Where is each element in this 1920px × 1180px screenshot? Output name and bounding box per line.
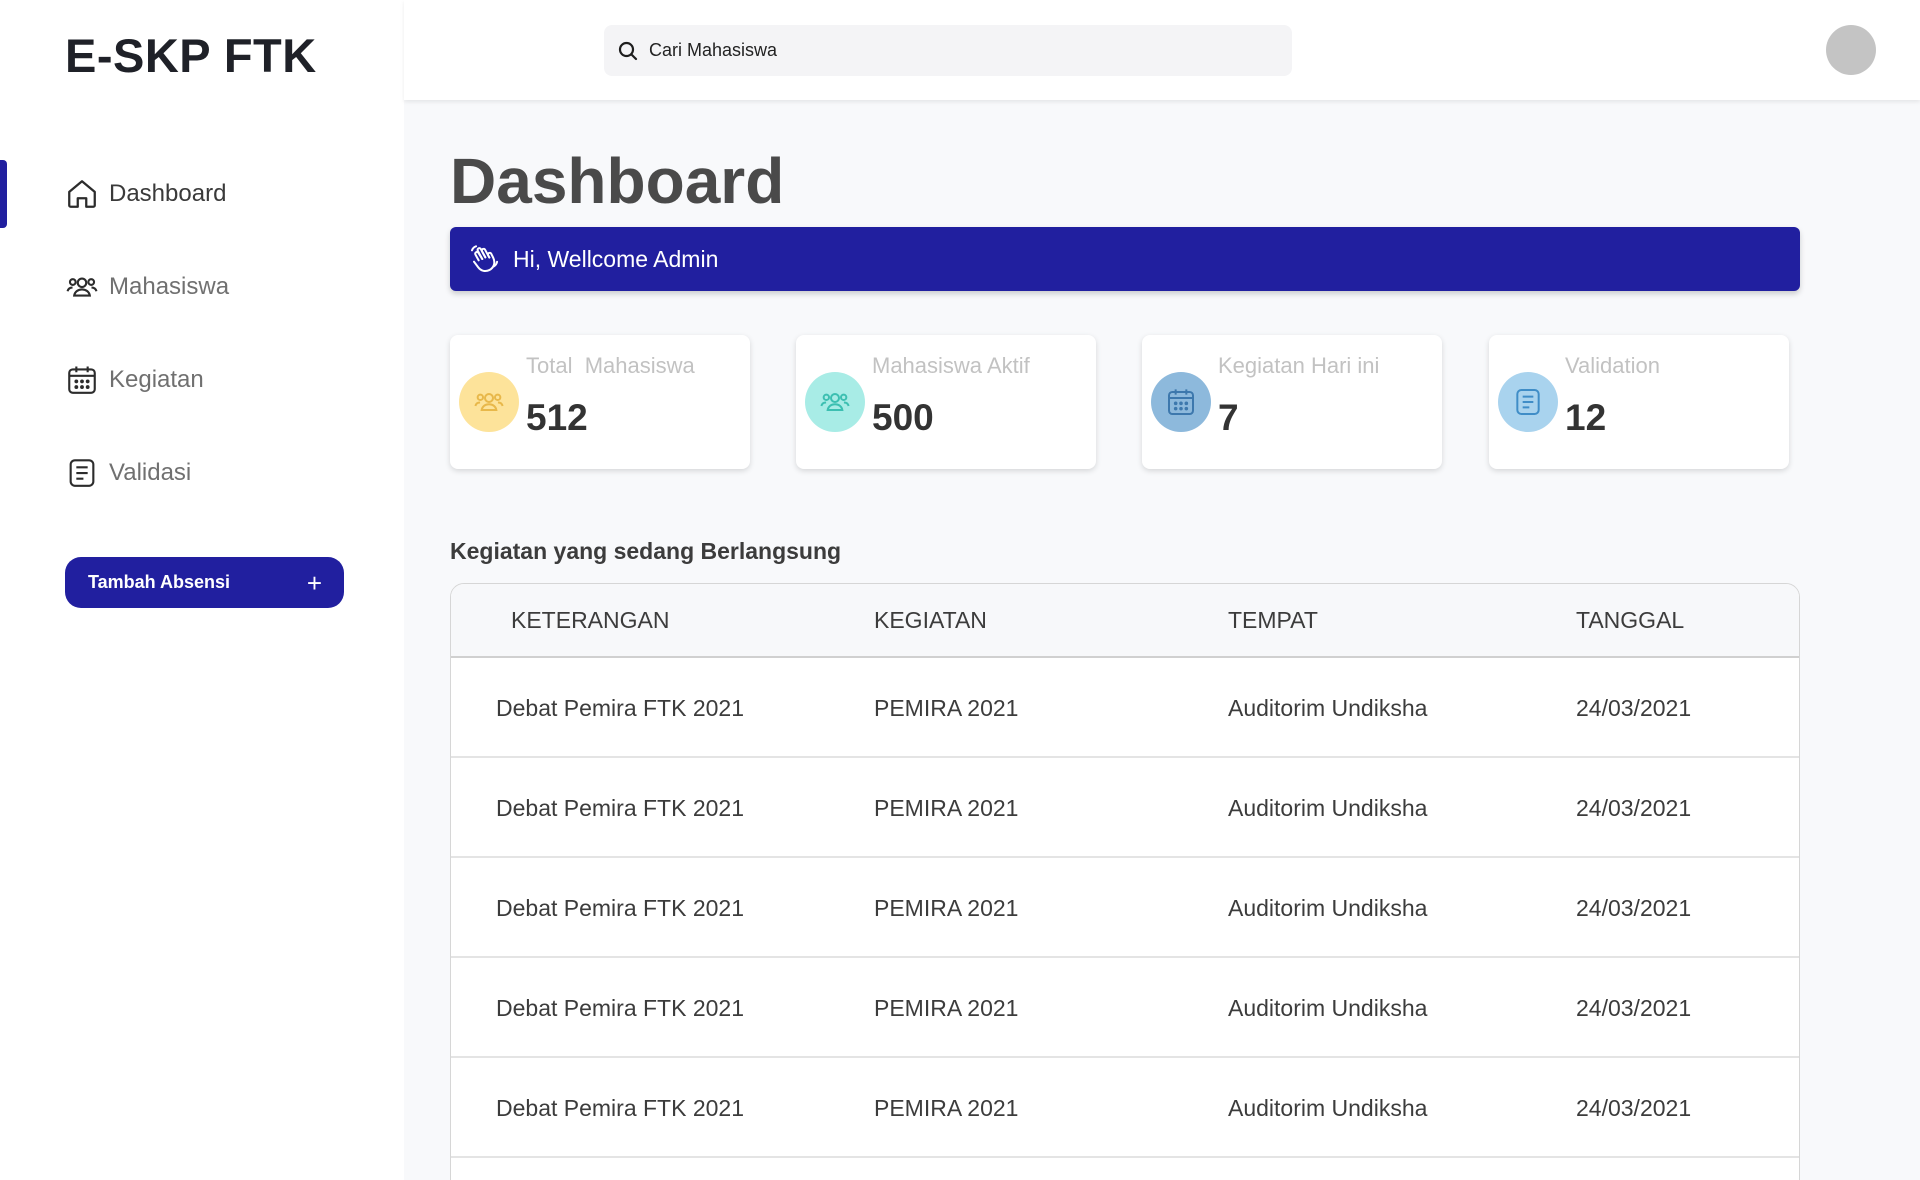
active-indicator xyxy=(0,160,7,228)
table-header: KETERANGAN KEGIATAN TEMPAT TANGGAL xyxy=(451,584,1799,658)
table-row[interactable]: Debat Pemira FTK 2021 PEMIRA 2021 Audito… xyxy=(451,658,1799,758)
section-title: Kegiatan yang sedang Berlangsung xyxy=(450,538,842,564)
cell-tempat: Auditorim Undiksha xyxy=(1228,795,1428,821)
table-row[interactable]: Debat Pemira FTK 2021 PEMIRA 2021 Audito… xyxy=(451,858,1799,958)
cell-tempat: Auditorim Undiksha xyxy=(1228,1095,1428,1121)
cell-keterangan: Debat Pemira FTK 2021 xyxy=(496,795,745,821)
main-content: Dashboard Hi, Wellcome Admin Total Mahas… xyxy=(404,100,1920,1180)
cell-kegiatan: PEMIRA 2021 xyxy=(874,795,1019,821)
stat-card-mahasiswa-aktif: Mahasiswa Aktif 500 xyxy=(796,335,1096,469)
stat-card-kegiatan-hari-ini: Kegiatan Hari ini 7 xyxy=(1142,335,1442,469)
sidebar-item-label: Validasi xyxy=(109,459,192,486)
app: E-SKP FTK Dashboard Mahasiswa Kegiatan V… xyxy=(0,0,1920,1180)
sidebar-item-kegiatan[interactable]: Kegiatan xyxy=(0,346,404,414)
stat-label: Kegiatan Hari ini xyxy=(1218,353,1380,378)
brand-logo: E-SKP FTK xyxy=(65,29,317,82)
sidebar-item-mahasiswa[interactable]: Mahasiswa xyxy=(0,253,404,321)
column-header-tanggal[interactable]: TANGGAL xyxy=(1576,607,1684,634)
cell-kegiatan: PEMIRA 2021 xyxy=(874,1095,1019,1121)
sidebar-nav: Dashboard Mahasiswa Kegiatan Validasi xyxy=(0,160,404,532)
calendar-icon xyxy=(1151,372,1211,432)
welcome-banner: Hi, Wellcome Admin xyxy=(450,227,1800,291)
column-header-keterangan[interactable]: KETERANGAN xyxy=(511,607,669,634)
cell-kegiatan: PEMIRA 2021 xyxy=(874,695,1019,721)
add-attendance-label: Tambah Absensi xyxy=(88,572,231,592)
document-icon xyxy=(65,456,99,490)
cell-keterangan: Debat Pemira FTK 2021 xyxy=(496,995,745,1021)
sidebar-item-label: Kegiatan xyxy=(109,366,204,393)
cell-keterangan: Debat Pemira FTK 2021 xyxy=(496,695,745,721)
cell-keterangan: Debat Pemira FTK 2021 xyxy=(496,1095,745,1121)
search-bar[interactable] xyxy=(604,25,1292,76)
cell-tanggal: 24/03/2021 xyxy=(1576,695,1692,721)
table-row[interactable]: Debat Pemira FTK 2021 PEMIRA 2021 Audito… xyxy=(451,758,1799,858)
waving-hand-icon xyxy=(468,243,500,275)
sidebar-item-dashboard[interactable]: Dashboard xyxy=(0,160,404,228)
cell-kegiatan: PEMIRA 2021 xyxy=(874,995,1019,1021)
stat-label: Validation xyxy=(1565,353,1660,378)
home-icon xyxy=(65,177,99,211)
cell-tempat: Auditorim Undiksha xyxy=(1228,895,1428,921)
top-bar xyxy=(404,0,1920,100)
sidebar-item-label: Mahasiswa xyxy=(109,273,230,300)
column-header-kegiatan[interactable]: KEGIATAN xyxy=(874,607,987,634)
stat-value: 12 xyxy=(1565,397,1607,438)
search-input[interactable] xyxy=(649,40,1249,61)
stats-row: Total Mahasiswa 512 Mahasiswa Aktif 500 … xyxy=(450,335,1810,469)
stat-label: Total Mahasiswa xyxy=(526,353,695,378)
cell-tanggal: 24/03/2021 xyxy=(1576,895,1692,921)
cell-tanggal: 24/03/2021 xyxy=(1576,795,1692,821)
cell-tempat: Auditorim Undiksha xyxy=(1228,695,1428,721)
stat-value: 7 xyxy=(1218,397,1239,438)
stat-value: 512 xyxy=(526,397,588,438)
table-row[interactable]: Debat Pemira FTK 2021 PEMIRA 2021 Audito… xyxy=(451,958,1799,1058)
sidebar-item-label: Dashboard xyxy=(109,180,227,207)
cell-tanggal: 24/03/2021 xyxy=(1576,995,1692,1021)
welcome-text: Hi, Wellcome Admin xyxy=(513,245,719,272)
calendar-icon xyxy=(65,363,99,397)
cell-tempat: Auditorim Undiksha xyxy=(1228,995,1428,1021)
users-icon xyxy=(459,372,519,432)
table-row[interactable]: Debat Pemira FTK 2021 PEMIRA 2021 Audito… xyxy=(451,1058,1799,1158)
cell-kegiatan: PEMIRA 2021 xyxy=(874,895,1019,921)
cell-keterangan: Debat Pemira FTK 2021 xyxy=(496,895,745,921)
avatar[interactable] xyxy=(1826,25,1876,75)
document-icon xyxy=(1498,372,1558,432)
add-attendance-button[interactable]: Tambah Absensi + xyxy=(65,557,344,608)
page-title: Dashboard xyxy=(450,145,785,217)
activities-table: KETERANGAN KEGIATAN TEMPAT TANGGAL Debat… xyxy=(450,583,1800,1180)
stat-label: Mahasiswa Aktif xyxy=(872,353,1030,378)
stat-card-total-mahasiswa: Total Mahasiswa 512 xyxy=(450,335,750,469)
column-header-tempat[interactable]: TEMPAT xyxy=(1228,607,1318,634)
sidebar: E-SKP FTK Dashboard Mahasiswa Kegiatan V… xyxy=(0,0,404,1180)
plus-icon: + xyxy=(306,567,322,598)
stat-value: 500 xyxy=(872,397,934,438)
sidebar-item-validasi[interactable]: Validasi xyxy=(0,439,404,507)
stat-card-validation: Validation 12 xyxy=(1489,335,1789,469)
users-icon xyxy=(65,270,99,304)
cell-tanggal: 24/03/2021 xyxy=(1576,1095,1692,1121)
search-icon xyxy=(616,39,640,63)
users-icon xyxy=(805,372,865,432)
